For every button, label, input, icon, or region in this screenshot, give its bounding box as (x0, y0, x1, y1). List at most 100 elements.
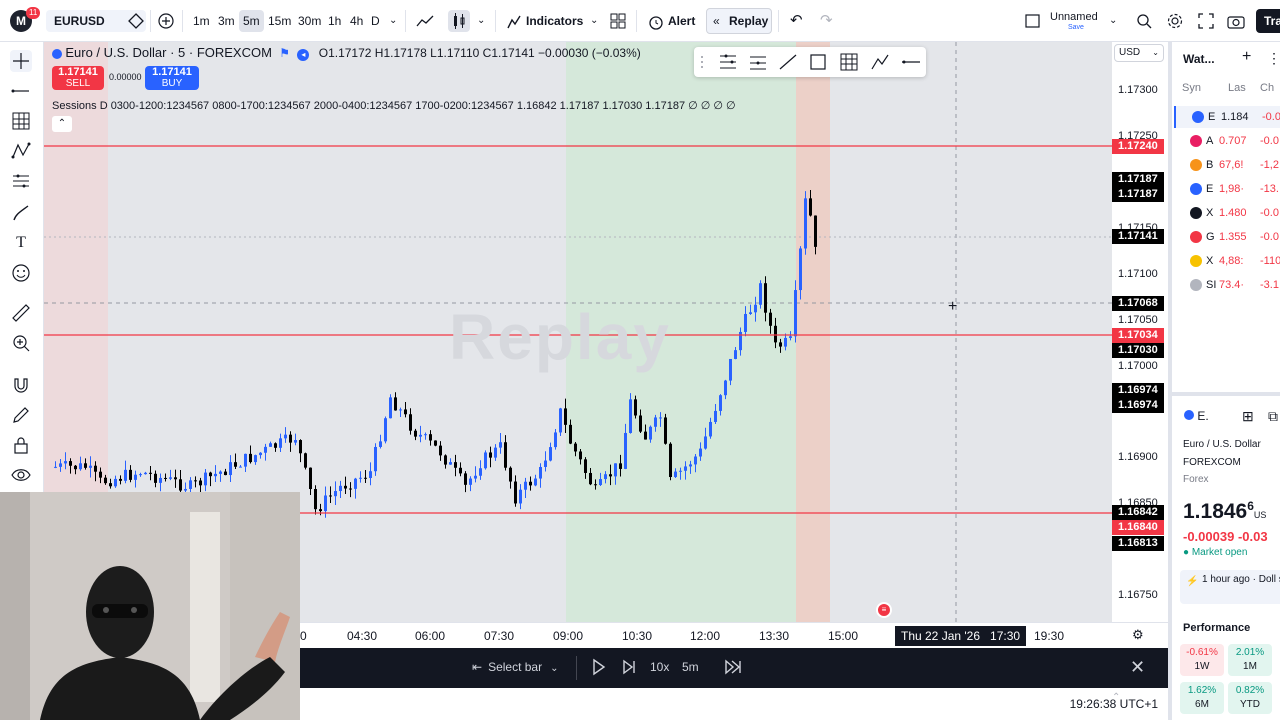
replay-button[interactable]: « Replay (706, 8, 772, 34)
sessions-indicator-legend[interactable]: Sessions D 0300-1200:1234567 0800-1700:1… (52, 99, 736, 112)
play-icon[interactable] (592, 658, 606, 679)
add-symbol-icon[interactable]: + (1242, 48, 1251, 66)
chevron-down-icon[interactable]: ⌄ (389, 10, 397, 32)
interval-1m[interactable]: 1m (193, 10, 210, 32)
interval-d[interactable]: D (371, 10, 380, 32)
select-bar-button[interactable]: ⇤ Select bar ⌄ (472, 660, 558, 674)
performance-cell[interactable]: 0.82% YTD (1228, 682, 1272, 714)
candle-body (424, 434, 427, 436)
news-card[interactable]: ⚡ 1 hour ago · Doll strengthens as... (1180, 570, 1280, 604)
collapse-legend-icon[interactable]: ⌃ (52, 116, 72, 132)
chevron-down-icon[interactable]: ⌄ (1109, 10, 1117, 32)
list-item[interactable]: B 67,6! -1,2 (1174, 154, 1280, 176)
bookmark-icon[interactable]: ⚑ (279, 46, 290, 60)
list-item[interactable]: X 1.480 -0.0 (1174, 202, 1280, 224)
column-header[interactable]: Ch (1260, 82, 1274, 94)
column-header[interactable]: Las (1228, 82, 1246, 94)
candle-body (249, 453, 252, 463)
horizontal-lines-icon (750, 56, 766, 70)
forecast-icon[interactable] (10, 170, 32, 192)
compare-diamond-icon[interactable] (128, 10, 144, 32)
detail-name[interactable]: Euro / U.S. Dollar (1183, 439, 1261, 450)
list-item[interactable]: G 1.355 -0.0 (1174, 226, 1280, 248)
layout-square-icon[interactable] (1025, 10, 1041, 32)
lock-icon[interactable] (10, 434, 32, 456)
candle-body (729, 358, 732, 381)
sell-button[interactable]: 1.17141 SELL (52, 66, 104, 90)
candle-body (259, 452, 262, 456)
brush-icon[interactable] (10, 202, 32, 224)
add-symbol-icon[interactable] (158, 10, 174, 32)
list-item[interactable]: X 4,88: -110 (1174, 250, 1280, 272)
list-item[interactable]: E 1.184 -0.0 (1174, 106, 1280, 128)
interval-5m[interactable]: 5m (239, 10, 264, 32)
jump-to-realtime-icon[interactable] (724, 658, 742, 679)
candle-body (619, 463, 622, 469)
settings-gear-icon[interactable] (1167, 10, 1183, 32)
axis-settings-gear-icon[interactable]: ⚙ (1132, 627, 1144, 643)
text-tool-icon[interactable]: T (10, 232, 32, 254)
expand-icon[interactable]: ⧉ (1268, 408, 1278, 425)
alert-button[interactable]: Alert (648, 8, 695, 34)
legend-ohlc: O1.17172 H1.17178 L1.17110 C1.17141 −0.0… (318, 46, 641, 60)
performance-cell[interactable]: 2.01% 1M (1228, 644, 1272, 676)
emoji-icon[interactable] (10, 262, 32, 284)
chevron-down-icon[interactable]: ⌄ (477, 10, 485, 32)
interval-4h[interactable]: 4h (350, 10, 363, 32)
close-replay-icon[interactable]: ✕ (1130, 658, 1145, 676)
pattern-icon[interactable] (10, 140, 32, 162)
performance-cell[interactable]: 1.62% 6M (1180, 682, 1224, 714)
candle-body (664, 417, 667, 444)
zoom-in-icon[interactable] (10, 332, 32, 354)
flag-event-icon[interactable]: ≡ (876, 602, 892, 618)
undo-icon[interactable]: ↶ (790, 10, 803, 32)
performance-cell[interactable]: -0.61% 1W (1180, 644, 1224, 676)
quick-search-icon[interactable] (1136, 10, 1152, 32)
candle-body (539, 466, 542, 479)
candle-body (159, 477, 162, 483)
list-item[interactable]: E 1,98· -13. (1174, 178, 1280, 200)
replay-interval[interactable]: 5m (682, 660, 699, 674)
currency-selector[interactable]: USD ⌄ (1114, 44, 1164, 62)
price-tick: 1.17300 (1118, 84, 1158, 96)
list-item[interactable]: SI 73.4· -3.1 (1174, 274, 1280, 296)
candle-body (774, 325, 777, 343)
ruler-icon[interactable] (10, 302, 32, 324)
templates-grid-icon[interactable] (610, 10, 626, 32)
indicators-button[interactable]: Indicators (506, 8, 583, 34)
crosshair-icon[interactable] (10, 50, 32, 72)
trade-button[interactable]: Tra (1256, 9, 1280, 33)
interval-3m[interactable]: 3m (218, 10, 235, 32)
redo-icon[interactable]: ↷ (820, 10, 833, 32)
candle-body (579, 451, 582, 460)
candle-body (714, 410, 717, 422)
replay-control-bar: ⇤ Select bar ⌄ 10x 5m ✕ (300, 648, 1168, 688)
fib-grid-icon[interactable] (10, 110, 32, 132)
list-item[interactable]: A 0.707 -0.0 (1174, 130, 1280, 152)
chevron-down-icon[interactable]: ⌄ (590, 10, 598, 32)
replay-speed[interactable]: 10x (650, 660, 669, 674)
buy-button[interactable]: 1.17141 BUY (145, 66, 199, 90)
symbol-details-header[interactable]: E. (1184, 409, 1209, 423)
eye-icon[interactable] (10, 464, 32, 486)
camera-icon[interactable] (1227, 10, 1245, 32)
magnet-icon[interactable] (10, 374, 32, 396)
line-chart-icon[interactable] (416, 10, 434, 32)
status-clock[interactable]: 19:26:38 UTC+1 (1070, 697, 1158, 711)
time-axis[interactable]: 0 04:30 06:00 07:30 09:00 10:30 12:00 13… (300, 622, 1168, 648)
interval-30m[interactable]: 30m (298, 10, 321, 32)
trend-line-icon[interactable] (10, 80, 32, 102)
column-header[interactable]: Syn (1182, 82, 1201, 94)
legend-title[interactable]: Euro / U.S. Dollar · 5 · FOREXCOM (65, 45, 272, 60)
fullscreen-icon[interactable] (1198, 10, 1214, 32)
watchlist-title[interactable]: Wat... (1183, 52, 1215, 66)
more-options-icon[interactable]: ⋮ (1267, 50, 1280, 67)
interval-15m[interactable]: 15m (268, 10, 291, 32)
step-forward-icon[interactable] (622, 658, 636, 679)
candles-icon[interactable] (448, 10, 470, 32)
layout-name[interactable]: Unnamed (1050, 11, 1098, 23)
grid-view-icon[interactable]: ⊞ (1242, 408, 1254, 425)
pencil-lock-icon[interactable] (10, 404, 32, 426)
candle-body (124, 469, 127, 481)
interval-1h[interactable]: 1h (328, 10, 341, 32)
